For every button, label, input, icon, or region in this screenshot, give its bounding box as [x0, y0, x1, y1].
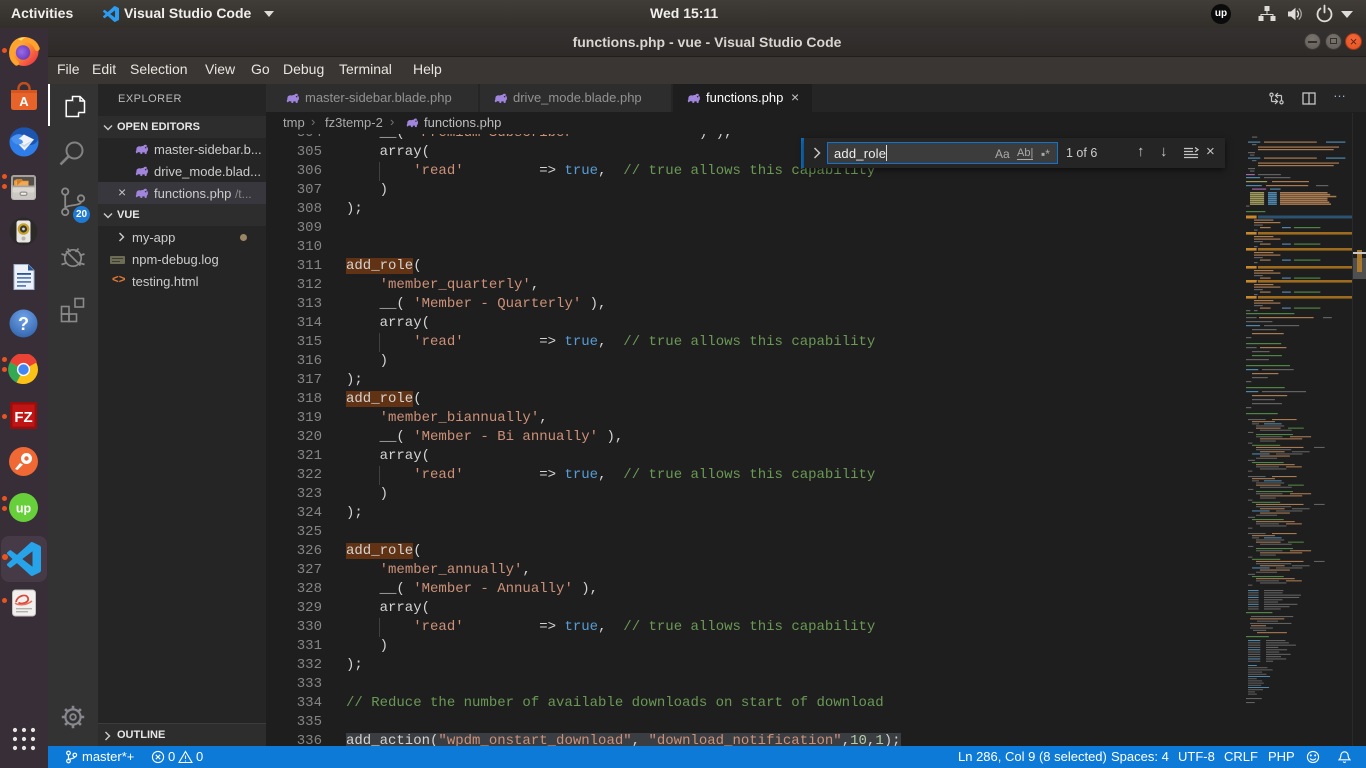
svg-text:up: up [16, 502, 32, 516]
svg-text:A: A [19, 94, 29, 109]
svg-text:?: ? [18, 314, 29, 334]
svg-text:FZ: FZ [14, 409, 32, 426]
